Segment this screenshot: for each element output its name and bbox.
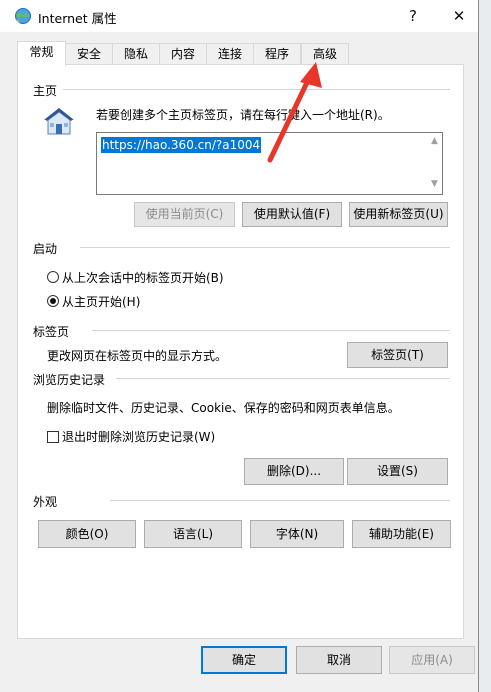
appearance-group-rule xyxy=(110,500,450,501)
appearance-group-label: 外观 xyxy=(33,493,64,510)
home-group-rule xyxy=(62,89,450,90)
background-window-edge xyxy=(479,0,491,692)
chevron-up-icon[interactable]: ▲ xyxy=(427,136,442,146)
tabs-settings-button[interactable]: 标签页(T) xyxy=(347,342,448,368)
startup-last-session-label[interactable]: 从上次会话中的标签页开始(B) xyxy=(62,269,224,286)
colors-button[interactable]: 颜色(O) xyxy=(38,520,136,548)
home-page-url-text: https://hao.360.cn/?a1004 xyxy=(101,137,262,153)
startup-home-page-radio[interactable] xyxy=(47,295,59,307)
history-group-rule xyxy=(116,378,450,379)
tabs-description: 更改网页在标签页中的显示方式。 xyxy=(47,349,228,363)
url-input-scrollbar[interactable]: ▲ ▼ xyxy=(427,133,442,194)
ok-button[interactable]: 确定 xyxy=(201,646,287,674)
use-current-button[interactable]: 使用当前页(C) xyxy=(134,202,235,227)
history-description: 删除临时文件、历史记录、Cookie、保存的密码和网页表单信息。 xyxy=(47,401,400,415)
home-house-icon xyxy=(42,106,76,136)
home-group-label: 主页 xyxy=(33,82,64,99)
delete-history-button[interactable]: 删除(D)... xyxy=(244,458,344,485)
use-default-button[interactable]: 使用默认值(F) xyxy=(242,202,342,227)
tab-general[interactable]: 常规 xyxy=(17,41,66,66)
startup-last-session-radio[interactable] xyxy=(47,271,59,283)
fonts-button[interactable]: 字体(N) xyxy=(250,520,344,548)
history-group-label: 浏览历史记录 xyxy=(33,371,112,388)
use-new-tab-button[interactable]: 使用新标签页(U) xyxy=(349,202,448,227)
startup-group-rule xyxy=(80,247,450,248)
delete-history-on-exit-label[interactable]: 退出时删除浏览历史记录(W) xyxy=(62,428,215,445)
accessibility-button[interactable]: 辅助功能(E) xyxy=(352,520,451,548)
cancel-button[interactable]: 取消 xyxy=(296,646,382,674)
tab-connections[interactable]: 连接 xyxy=(206,43,254,65)
apply-button[interactable]: 应用(A) xyxy=(389,646,475,674)
tab-security[interactable]: 安全 xyxy=(65,43,113,65)
tabs-group-label: 标签页 xyxy=(33,323,76,340)
delete-history-on-exit-checkbox[interactable] xyxy=(47,431,59,443)
languages-button[interactable]: 语言(L) xyxy=(144,520,242,548)
startup-group-label: 启动 xyxy=(33,240,64,257)
history-settings-button[interactable]: 设置(S) xyxy=(347,458,448,485)
tab-privacy[interactable]: 隐私 xyxy=(112,43,160,65)
startup-home-page-label[interactable]: 从主页开始(H) xyxy=(62,293,140,310)
tab-content[interactable]: 内容 xyxy=(159,43,207,65)
home-instruction: 若要创建多个主页标签页，请在每行键入一个地址(R)。 xyxy=(96,108,390,122)
annotation-arrow-icon xyxy=(267,62,322,163)
tabs-group-rule xyxy=(92,330,450,331)
chevron-down-icon[interactable]: ▼ xyxy=(427,179,442,189)
